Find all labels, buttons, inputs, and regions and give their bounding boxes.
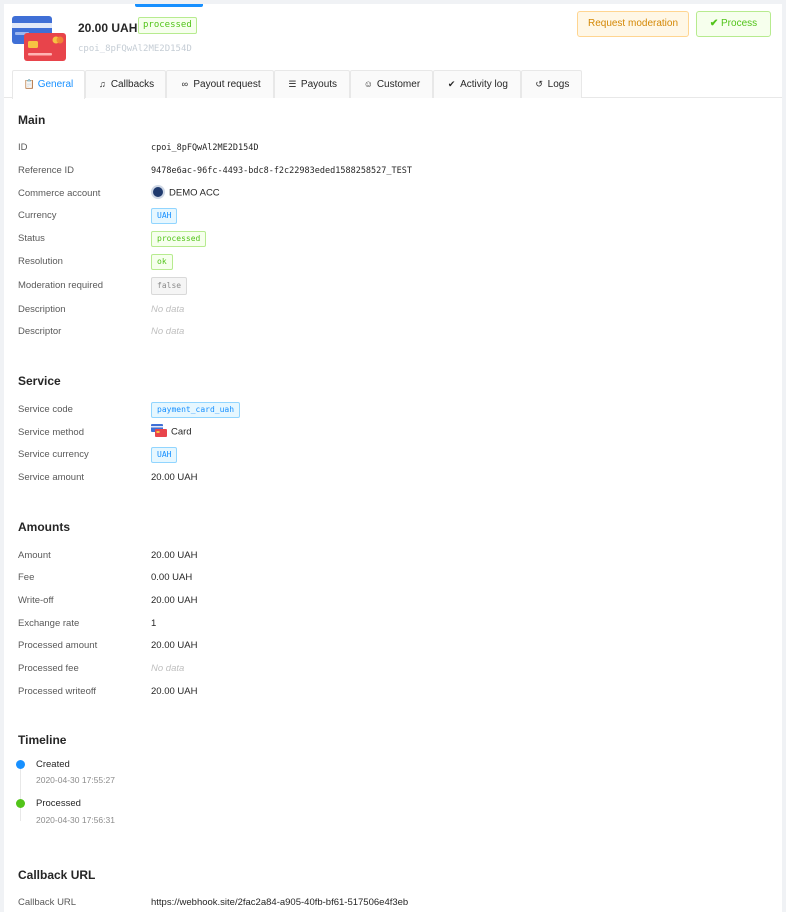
history-icon: ↺ bbox=[535, 79, 543, 89]
service-code-wrap: payment_card_uah bbox=[151, 402, 241, 418]
reference-id-value: 9478e6ac-96fc-4493-bdc8-f2c22983eded1588… bbox=[151, 166, 412, 176]
tab-label: General bbox=[37, 79, 74, 90]
list-icon: ☰ bbox=[288, 79, 297, 89]
service-method-label: Card bbox=[171, 426, 192, 438]
timeline-event-title: Created bbox=[36, 759, 70, 770]
resolution-value-wrap: ok bbox=[151, 254, 173, 270]
tab-payout-request[interactable]: ∞ Payout request bbox=[166, 70, 274, 98]
process-button-label: Process bbox=[721, 18, 758, 29]
tab-label: Payouts bbox=[300, 79, 338, 90]
status-badge: processed bbox=[151, 231, 207, 247]
user-icon: ☺ bbox=[363, 79, 373, 89]
field-label: Service amount bbox=[18, 472, 85, 483]
field-label: Resolution bbox=[18, 256, 63, 267]
tab-general[interactable]: 📋 General bbox=[12, 70, 85, 99]
currency-value-wrap: UAH bbox=[151, 208, 178, 224]
field-label: Service code bbox=[18, 404, 73, 415]
moderation-value-wrap: false bbox=[151, 277, 188, 295]
tab-callbacks[interactable]: ♫ Callbacks bbox=[85, 70, 166, 98]
description-value: No data bbox=[151, 304, 185, 315]
tab-label: Customer bbox=[376, 79, 421, 90]
card-icon bbox=[151, 424, 167, 437]
processed-amount-value: 20.00 UAH bbox=[151, 640, 198, 651]
field-label: Processed fee bbox=[18, 663, 79, 674]
status-value-wrap: processed bbox=[151, 231, 207, 247]
timeline-event-time: 2020-04-30 17:56:31 bbox=[36, 815, 115, 825]
section-title-timeline: Timeline bbox=[18, 733, 67, 747]
tab-payouts[interactable]: ☰ Payouts bbox=[274, 70, 350, 98]
field-label: Amount bbox=[18, 550, 51, 561]
timeline-line bbox=[20, 769, 21, 821]
card-payment-icon bbox=[12, 16, 66, 61]
callback-url-value[interactable]: https://webhook.site/2fac2a84-a905-40fb-… bbox=[151, 896, 408, 910]
timeline-dot-created bbox=[16, 760, 25, 769]
tab-label: Logs bbox=[547, 79, 570, 90]
tab-customer[interactable]: ☺ Customer bbox=[350, 70, 433, 98]
field-label: Service method bbox=[18, 427, 85, 438]
timeline-dot-processed bbox=[16, 799, 25, 808]
request-moderation-button[interactable]: Request moderation bbox=[577, 11, 689, 37]
amount-value: 20.00 UAH bbox=[151, 550, 198, 561]
id-value: cpoi_8pFQwAl2ME2D154D bbox=[151, 143, 259, 153]
section-title-callback: Callback URL bbox=[18, 868, 96, 882]
tab-logs[interactable]: ↺ Logs bbox=[521, 70, 582, 98]
field-label: Callback URL bbox=[18, 897, 77, 908]
field-label: Processed writeoff bbox=[18, 686, 96, 697]
field-label: ID bbox=[18, 142, 28, 153]
check-icon: ✔ bbox=[709, 18, 719, 29]
processed-fee-value: No data bbox=[151, 663, 185, 674]
payment-detail-panel: 20.00 UAH processed cpoi_8pFQwAl2ME2D154… bbox=[4, 4, 782, 912]
field-label: Reference ID bbox=[18, 165, 74, 176]
tab-activity-log[interactable]: ✔ Activity log bbox=[433, 70, 521, 98]
commerce-account-name: DEMO ACC bbox=[169, 187, 220, 199]
moderation-badge: false bbox=[151, 277, 188, 295]
bell-icon: ♫ bbox=[98, 79, 106, 89]
commerce-account-value[interactable]: DEMO ACC bbox=[151, 185, 220, 201]
link-icon: ∞ bbox=[181, 79, 189, 89]
exchange-rate-value: 1 bbox=[151, 618, 157, 629]
tab-label: Callbacks bbox=[110, 79, 155, 90]
service-currency-wrap: UAH bbox=[151, 447, 178, 463]
field-label: Fee bbox=[18, 572, 35, 583]
section-title-amounts: Amounts bbox=[18, 520, 70, 534]
service-amount-value: 20.00 UAH bbox=[151, 472, 198, 483]
service-method-value: Card bbox=[151, 424, 192, 440]
descriptor-value: No data bbox=[151, 326, 185, 337]
field-label: Processed amount bbox=[18, 640, 98, 651]
resolution-badge: ok bbox=[151, 254, 173, 270]
double-check-icon: ✔ bbox=[447, 79, 456, 89]
section-title-main: Main bbox=[18, 113, 46, 127]
tab-label: Activity log bbox=[460, 79, 508, 90]
payment-id: cpoi_8pFQwAl2ME2D154D bbox=[78, 44, 192, 54]
field-label: Exchange rate bbox=[18, 618, 80, 629]
section-title-service: Service bbox=[18, 374, 61, 388]
service-currency-badge: UAH bbox=[151, 447, 178, 463]
field-label: Descriptor bbox=[18, 326, 62, 337]
timeline-event-time: 2020-04-30 17:55:27 bbox=[36, 775, 115, 785]
field-label: Moderation required bbox=[18, 280, 104, 291]
payment-amount: 20.00 UAH bbox=[78, 21, 138, 35]
currency-badge: UAH bbox=[151, 208, 178, 224]
status-badge: processed bbox=[138, 17, 197, 34]
processed-writeoff-value: 20.00 UAH bbox=[151, 686, 198, 697]
field-label: Status bbox=[18, 233, 45, 244]
field-label: Write-off bbox=[18, 595, 54, 606]
fee-value: 0.00 UAH bbox=[151, 572, 193, 583]
field-label: Description bbox=[18, 304, 66, 315]
clipboard-icon: 📋 bbox=[23, 79, 35, 89]
active-indicator bbox=[135, 4, 203, 7]
account-logo-icon bbox=[151, 185, 165, 199]
timeline-event-title: Processed bbox=[36, 798, 81, 809]
field-label: Service currency bbox=[18, 449, 89, 460]
writeoff-value: 20.00 UAH bbox=[151, 595, 198, 606]
service-code-badge: payment_card_uah bbox=[151, 402, 241, 418]
field-label: Currency bbox=[18, 210, 57, 221]
field-label: Commerce account bbox=[18, 188, 101, 199]
tab-label: Payout request bbox=[193, 79, 261, 90]
tab-bar: 📋 General ♫ Callbacks ∞ Payout request ☰ Pay… bbox=[4, 70, 782, 99]
process-button[interactable]: ✔ Process bbox=[696, 11, 771, 37]
